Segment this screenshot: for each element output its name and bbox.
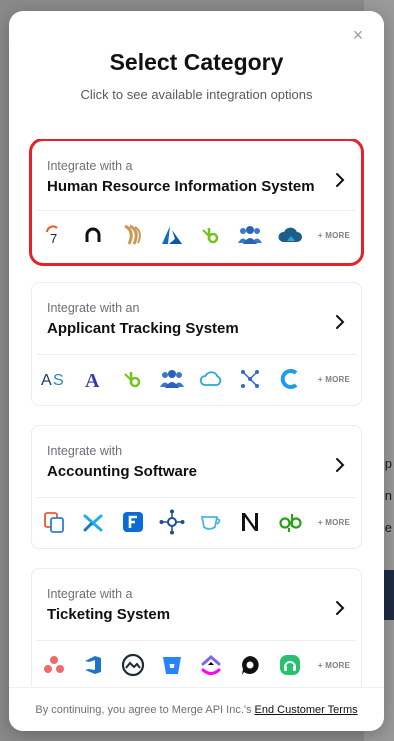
- chevron-right-icon: [336, 601, 345, 615]
- category-card-ticketing[interactable]: Integrate with a Ticketing System + MORE: [31, 568, 362, 687]
- category-name: Accounting Software: [47, 463, 198, 480]
- category-card-hris[interactable]: Integrate with a Human Resource Informat…: [29, 139, 364, 266]
- integration-logos: AS A + MORE: [40, 363, 353, 395]
- integration-logos: + MORE: [40, 649, 353, 681]
- asana-icon: [40, 651, 68, 679]
- category-name: Applicant Tracking System: [47, 320, 239, 337]
- azure-devops-icon: [79, 651, 107, 679]
- quickbooks-icon: [276, 508, 304, 536]
- more-integrations-label[interactable]: + MORE: [315, 518, 353, 527]
- svg-text:A: A: [85, 370, 100, 390]
- background-text: n: [384, 488, 392, 503]
- background-text: p: [384, 456, 392, 471]
- more-integrations-label[interactable]: + MORE: [315, 231, 353, 240]
- modal-subtitle: Click to see available integration optio…: [80, 87, 313, 102]
- svg-text:7: 7: [50, 231, 57, 246]
- chevron-right-icon: [336, 173, 345, 187]
- freshbooks-icon: [119, 508, 147, 536]
- netsuite-icon: [236, 508, 264, 536]
- clickup-icon: [197, 651, 225, 679]
- category-prefix: Integrate with an: [47, 301, 140, 315]
- alexishr-icon: [79, 221, 107, 249]
- card-divider: [37, 640, 356, 641]
- wheat-logo-icon: [119, 221, 147, 249]
- chevron-right-icon: [336, 315, 345, 329]
- svg-text:A: A: [41, 372, 52, 389]
- category-name: Human Resource Information System: [47, 178, 315, 195]
- workable-icon: [236, 365, 264, 393]
- cloud-outline-icon: [197, 365, 225, 393]
- integration-logos: 7 + MORE: [40, 219, 353, 251]
- chevron-right-icon: [336, 458, 345, 472]
- more-integrations-label[interactable]: + MORE: [315, 661, 353, 670]
- integration-logos: + MORE: [40, 506, 353, 538]
- card-divider: [37, 497, 356, 498]
- end-customer-terms-link[interactable]: End Customer Terms: [255, 704, 358, 716]
- category-list[interactable]: Integrate with a Human Resource Informat…: [9, 139, 384, 687]
- svg-text:S: S: [53, 372, 64, 389]
- ashby-icon: A: [79, 365, 107, 393]
- category-prefix: Integrate with: [47, 444, 123, 458]
- card-divider: [37, 354, 356, 355]
- network-hub-icon: [158, 508, 186, 536]
- basecamp-icon: [119, 651, 147, 679]
- azure-ad-icon: [158, 221, 186, 249]
- category-card-accounting[interactable]: Integrate with Accounting Software + MOR…: [31, 425, 362, 549]
- modal-title: Select Category: [109, 49, 284, 75]
- cloud-hr-icon: [276, 221, 304, 249]
- freshdesk-icon: [276, 651, 304, 679]
- copies-icon: [40, 508, 68, 536]
- close-icon[interactable]: ×: [348, 25, 368, 45]
- people-group-icon: [236, 221, 264, 249]
- c-logo-icon: [276, 365, 304, 393]
- speech-icon: [236, 651, 264, 679]
- category-name: Ticketing System: [47, 606, 171, 623]
- as-logo-icon: AS: [40, 365, 68, 393]
- card-divider: [37, 210, 356, 211]
- category-prefix: Integrate with a: [47, 159, 133, 173]
- terms-text: By continuing, you agree to Merge API In…: [35, 703, 252, 716]
- cup-icon: [197, 508, 225, 536]
- select-category-modal: × Select Category Click to see available…: [9, 11, 384, 731]
- xero-x-icon: [79, 508, 107, 536]
- modal-footer: By continuing, you agree to Merge API In…: [9, 687, 384, 731]
- more-integrations-label[interactable]: + MORE: [315, 375, 353, 384]
- bitbucket-icon: [158, 651, 186, 679]
- sevenshifts-icon: 7: [40, 221, 68, 249]
- bamboohr-icon: [197, 221, 225, 249]
- category-card-ats[interactable]: Integrate with an Applicant Tracking Sys…: [31, 282, 362, 406]
- category-prefix: Integrate with a: [47, 587, 133, 601]
- people-group-icon: [158, 365, 186, 393]
- bamboohr-icon: [119, 365, 147, 393]
